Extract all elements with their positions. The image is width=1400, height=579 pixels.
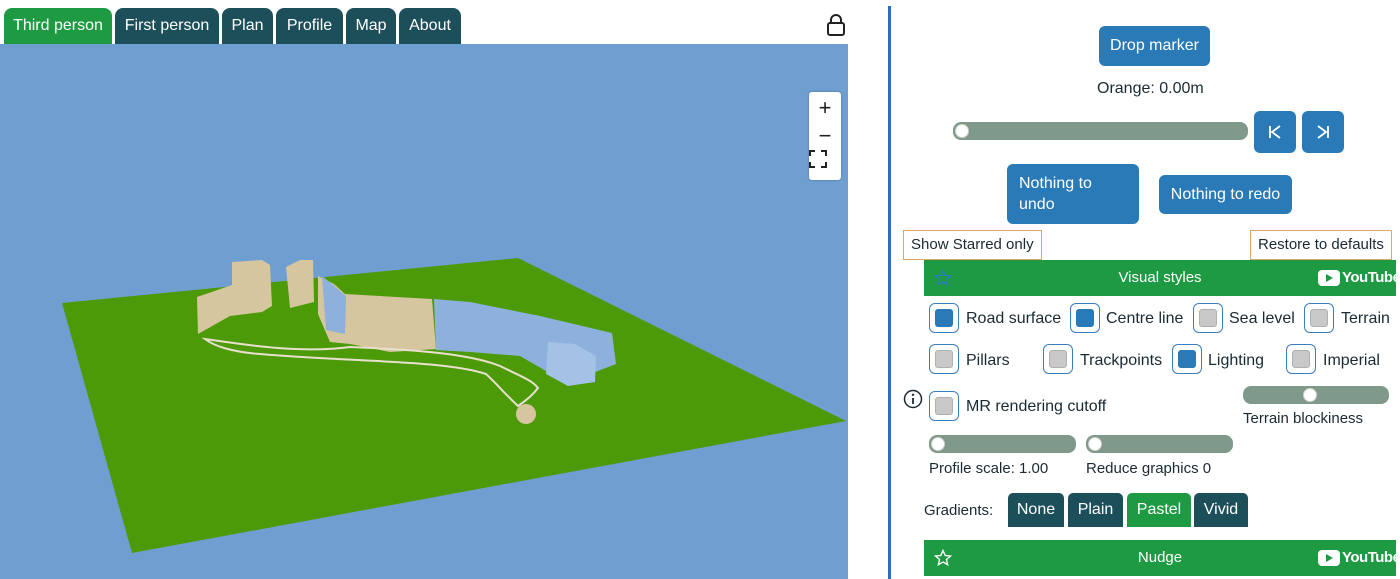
show-starred-only-button[interactable]: Show Starred only: [903, 230, 1042, 260]
terrain-label: Terrain: [1341, 310, 1390, 327]
nudge-section-header[interactable]: Nudge YouTube: [924, 540, 1400, 576]
tab-map[interactable]: Map: [346, 8, 396, 44]
mr-rendering-cutoff-label: MR rendering cutoff: [966, 398, 1107, 415]
youtube-link[interactable]: YouTube: [1318, 269, 1400, 286]
lock-icon[interactable]: [826, 14, 846, 36]
visual-styles-section-header[interactable]: Visual styles YouTube: [924, 260, 1400, 296]
fullscreen-button[interactable]: [809, 150, 841, 178]
reduce-graphics-slider[interactable]: [1086, 435, 1233, 453]
slider-thumb[interactable]: [955, 124, 969, 138]
terrain-blockiness-label: Terrain blockiness: [1243, 410, 1364, 427]
tab-plan[interactable]: Plan: [222, 8, 273, 44]
slider-thumb[interactable]: [1088, 437, 1102, 451]
road-surface-label: Road surface: [966, 310, 1062, 327]
youtube-icon: [1318, 549, 1340, 566]
slider-thumb[interactable]: [931, 437, 945, 451]
road-surface-checkbox[interactable]: [929, 303, 959, 333]
zoom-out-button[interactable]: −: [809, 122, 841, 150]
terrain-blockiness-slider[interactable]: [1243, 386, 1389, 404]
profile-scale-slider[interactable]: [929, 435, 1076, 453]
slider-thumb[interactable]: [1302, 388, 1317, 402]
zoom-in-button[interactable]: +: [809, 94, 841, 122]
redo-button[interactable]: Nothing to redo: [1159, 175, 1292, 214]
pillars-label: Pillars: [966, 352, 1010, 369]
gradient-pastel-button[interactable]: Pastel: [1127, 493, 1191, 527]
third-person-3d-view[interactable]: + −: [0, 44, 848, 579]
youtube-label: YouTube: [1342, 269, 1400, 286]
lighting-checkbox[interactable]: [1172, 344, 1202, 374]
mr-rendering-cutoff-checkbox[interactable]: [929, 391, 959, 421]
gradient-vivid-button[interactable]: Vivid: [1194, 493, 1248, 527]
skip-back-icon: [1269, 125, 1281, 139]
marker-position-slider[interactable]: [953, 122, 1248, 140]
next-point-button[interactable]: [1302, 111, 1344, 153]
terrain-scene: [62, 258, 846, 553]
tab-about[interactable]: About: [399, 8, 461, 44]
imperial-checkbox[interactable]: [1286, 344, 1316, 374]
reduce-graphics-label: Reduce graphics 0: [1086, 460, 1212, 477]
gradient-plain-button[interactable]: Plain: [1068, 493, 1123, 527]
app-root: Third person First person Plan Profile M…: [0, 0, 1400, 579]
terrain-block: [286, 260, 314, 308]
map-zoom-controls: + −: [809, 92, 841, 180]
undo-button[interactable]: Nothing to undo: [1007, 164, 1139, 224]
gradients-label: Gradients:: [924, 502, 994, 519]
orange-marker-readout: Orange: 0.00m: [1097, 80, 1204, 97]
fullscreen-icon: [809, 150, 827, 168]
skip-forward-icon: [1317, 125, 1329, 139]
sea-level-checkbox[interactable]: [1193, 303, 1223, 333]
youtube-icon: [1318, 269, 1340, 286]
centre-line-label: Centre line: [1106, 310, 1184, 327]
gradient-none-button[interactable]: None: [1008, 493, 1064, 527]
tab-third-person[interactable]: Third person: [4, 8, 112, 44]
info-icon[interactable]: [903, 389, 923, 409]
lighting-label: Lighting: [1208, 352, 1265, 369]
profile-scale-label: Profile scale: 1.00: [929, 460, 1049, 477]
youtube-link[interactable]: YouTube: [1318, 549, 1400, 566]
drop-marker-button[interactable]: Drop marker: [1099, 26, 1210, 66]
route-end-marker: [516, 404, 536, 424]
terrain-checkbox[interactable]: [1304, 303, 1334, 333]
trackpoints-checkbox[interactable]: [1043, 344, 1073, 374]
youtube-label: YouTube: [1342, 549, 1400, 566]
panel-divider[interactable]: [888, 6, 891, 579]
imperial-label: Imperial: [1323, 352, 1380, 369]
view-tab-bar: Third person First person Plan Profile M…: [0, 0, 848, 44]
restore-defaults-button[interactable]: Restore to defaults: [1250, 230, 1392, 260]
trackpoints-label: Trackpoints: [1080, 352, 1163, 369]
tab-first-person[interactable]: First person: [115, 8, 219, 44]
previous-point-button[interactable]: [1254, 111, 1296, 153]
centre-line-checkbox[interactable]: [1070, 303, 1100, 333]
tab-profile[interactable]: Profile: [276, 8, 343, 44]
sea-level-label: Sea level: [1229, 310, 1295, 327]
pillars-checkbox[interactable]: [929, 344, 959, 374]
